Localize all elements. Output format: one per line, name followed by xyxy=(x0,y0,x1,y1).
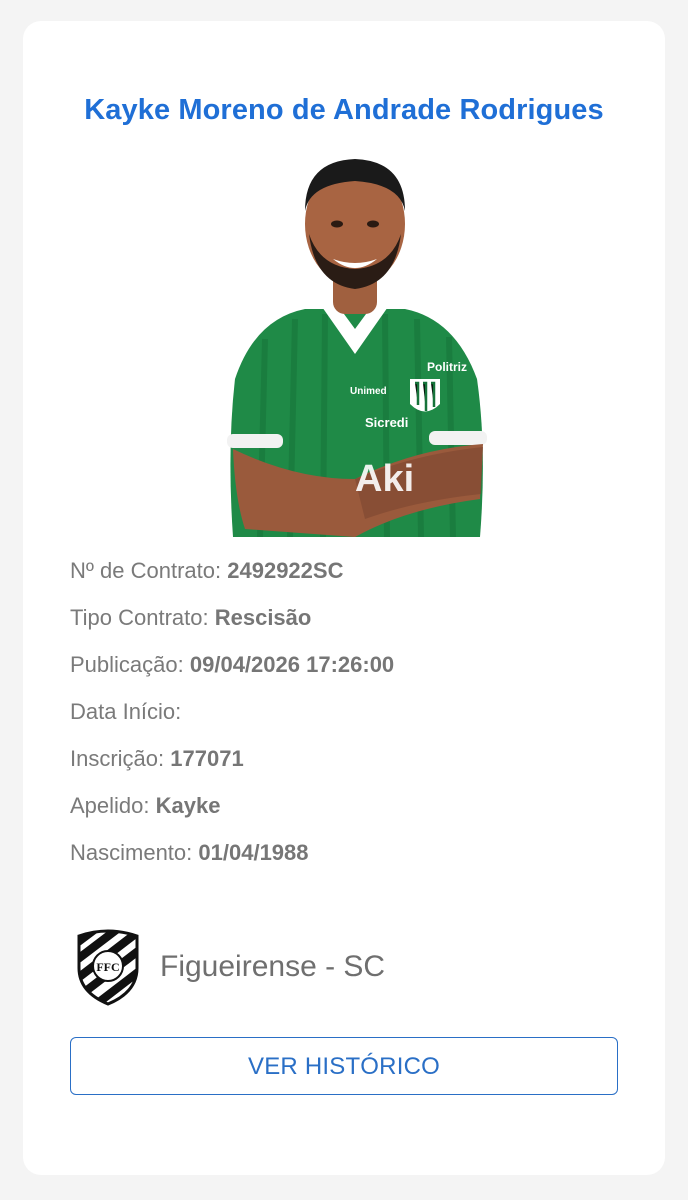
svg-text:Politriz: Politriz xyxy=(427,360,467,374)
start-date-row: Data Início: xyxy=(70,699,630,746)
birth-value: 01/04/1988 xyxy=(198,840,309,865)
publication-label: Publicação: xyxy=(70,652,184,677)
registration-value: 177071 xyxy=(170,746,244,771)
birth-label: Nascimento: xyxy=(70,840,193,865)
club-logo-text: FFC xyxy=(96,960,119,974)
publication-row: Publicação: 09/04/2026 17:26:00 xyxy=(70,652,630,699)
contract-number-row: Nº de Contrato: 2492922SC xyxy=(70,558,630,605)
registration-row: Inscrição: 177071 xyxy=(70,746,630,793)
view-history-button[interactable]: VER HISTÓRICO xyxy=(70,1037,618,1095)
club-name: Figueirense - SC xyxy=(160,950,386,983)
publication-value: 09/04/2026 17:26:00 xyxy=(189,652,395,677)
contract-type-value: Rescisão xyxy=(214,605,312,630)
club-crest-icon: FFC xyxy=(73,928,143,1006)
nickname-label: Apelido: xyxy=(70,793,150,818)
contract-type-row: Tipo Contrato: Rescisão xyxy=(70,605,630,652)
player-photo: Sicredi Aki Politriz Unimed xyxy=(205,149,500,537)
contract-details: Nº de Contrato: 2492922SC Tipo Contrato:… xyxy=(70,558,630,887)
player-card: Kayke Moreno de Andrade Rodrigues Sicred… xyxy=(23,21,665,1175)
start-date-label: Data Início: xyxy=(70,699,182,724)
registration-label: Inscrição: xyxy=(70,746,165,771)
contract-number-label: Nº de Contrato: xyxy=(70,558,222,583)
nickname-row: Apelido: Kayke xyxy=(70,793,630,840)
club-info: FFC Figueirense - SC xyxy=(73,927,385,1007)
nickname-value: Kayke xyxy=(155,793,221,818)
contract-type-label: Tipo Contrato: xyxy=(70,605,209,630)
svg-text:Sicredi: Sicredi xyxy=(365,415,408,430)
contract-number-value: 2492922SC xyxy=(227,558,344,583)
svg-text:Unimed: Unimed xyxy=(350,386,387,397)
svg-text:Aki: Aki xyxy=(355,458,414,500)
player-name: Kayke Moreno de Andrade Rodrigues xyxy=(84,94,604,126)
birth-row: Nascimento: 01/04/1988 xyxy=(70,840,630,887)
